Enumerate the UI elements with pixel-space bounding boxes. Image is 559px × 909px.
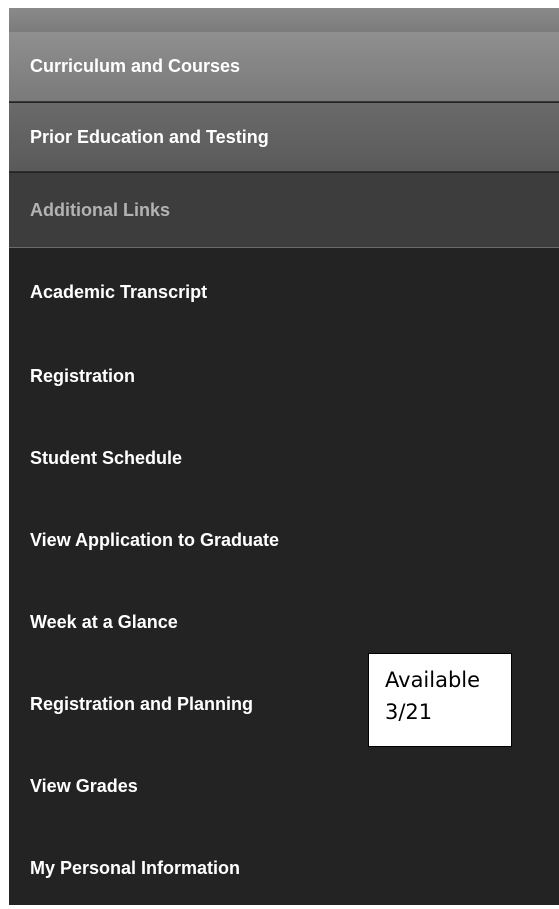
section-label: Additional Links — [30, 199, 171, 220]
link-label: View Grades — [30, 775, 138, 796]
link-label: View Application to Graduate — [30, 529, 280, 550]
section-prior-education-and-testing[interactable]: Prior Education and Testing — [9, 103, 559, 172]
link-week-at-a-glance[interactable]: Week at a Glance — [9, 581, 559, 663]
link-label: Registration — [30, 365, 136, 386]
link-label: Student Schedule — [30, 447, 183, 468]
link-student-schedule[interactable]: Student Schedule — [9, 417, 559, 499]
annotation-line-1: Available — [385, 668, 481, 692]
link-view-application-to-graduate[interactable]: View Application to Graduate — [9, 499, 559, 581]
section-label: Prior Education and Testing — [30, 126, 269, 147]
link-label: Registration and Planning — [30, 693, 254, 714]
annotation-line-2: 3/21 — [385, 700, 433, 724]
section-additional-links-header[interactable]: Additional Links — [9, 173, 559, 248]
availability-annotation-box: Available 3/21 — [368, 653, 512, 747]
section-label: Curriculum and Courses — [30, 56, 241, 76]
link-label: My Personal Information — [30, 857, 241, 878]
top-section-strip — [9, 8, 559, 33]
link-view-grades[interactable]: View Grades — [9, 745, 559, 827]
link-academic-transcript[interactable]: Academic Transcript — [9, 249, 559, 335]
link-label: Week at a Glance — [30, 611, 178, 632]
section-curriculum-and-courses[interactable]: Curriculum and Courses — [9, 32, 559, 102]
side-nav-panel: Curriculum and Courses Prior Education a… — [9, 8, 559, 905]
link-registration[interactable]: Registration — [9, 335, 559, 417]
link-my-personal-information[interactable]: My Personal Information — [9, 827, 559, 909]
link-label: Academic Transcript — [30, 281, 208, 302]
additional-links-list: Academic Transcript Registration Student… — [9, 249, 559, 909]
